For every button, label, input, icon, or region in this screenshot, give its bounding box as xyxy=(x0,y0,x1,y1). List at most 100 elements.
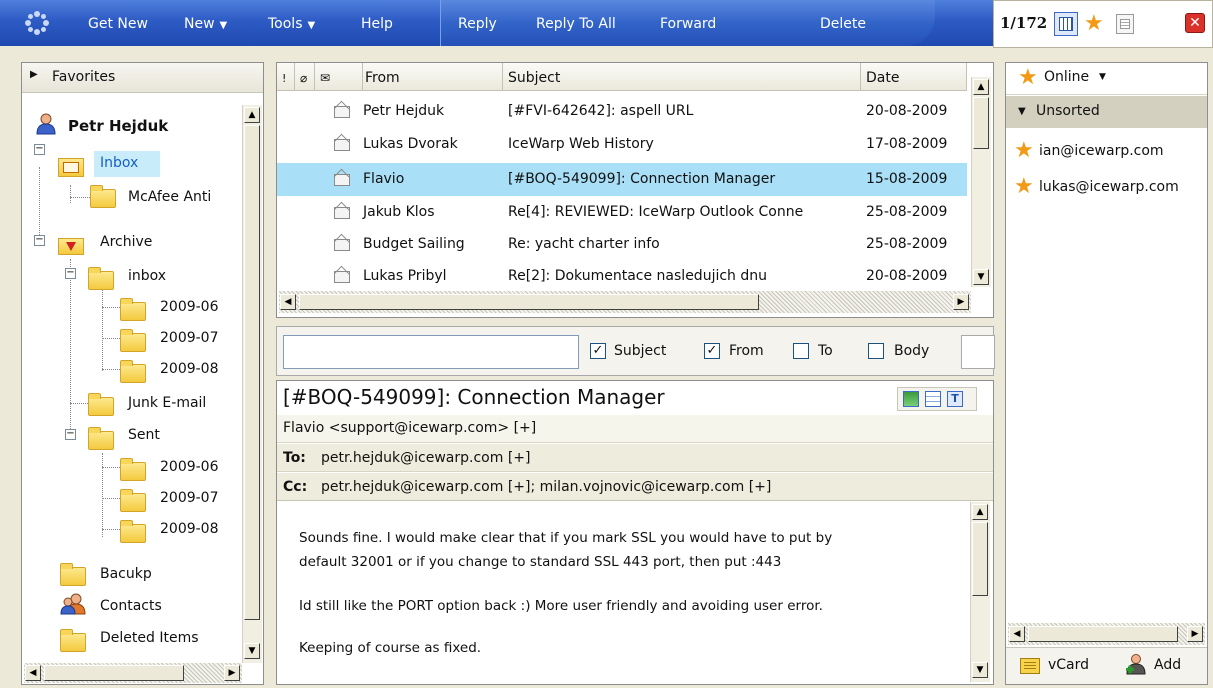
message-row-selected[interactable]: Flavio [#BOQ-549099]: Connection Manager… xyxy=(277,163,967,196)
collapse-sent-toggle[interactable]: − xyxy=(65,429,76,440)
from-checkbox[interactable]: ✓ xyxy=(704,343,720,359)
to-checkbox[interactable] xyxy=(793,343,809,359)
scroll-thumb[interactable] xyxy=(1028,626,1178,642)
from-header-label: From xyxy=(365,70,400,86)
scroll-thumb[interactable] xyxy=(973,97,989,149)
folder-archive-2009-08[interactable]: 2009-08 xyxy=(160,361,219,377)
scroll-thumb[interactable] xyxy=(244,125,260,620)
message-row[interactable]: Jakub Klos Re[4]: REVIEWED: IceWarp Outl… xyxy=(277,196,967,229)
preview-vertical-scrollbar[interactable]: ▲ ▼ xyxy=(970,502,990,682)
scroll-left-icon[interactable]: ◀ xyxy=(280,294,296,310)
folder-backup[interactable]: Bacukp xyxy=(100,566,152,582)
folder-sent[interactable]: Sent xyxy=(128,427,160,443)
body-line: Sounds fine. I would make clear that if … xyxy=(299,530,833,546)
scroll-right-icon[interactable]: ▶ xyxy=(1187,626,1203,642)
preview-to[interactable]: petr.hejduk@icewarp.com [+] xyxy=(321,450,530,466)
delete-button[interactable]: Delete xyxy=(820,16,866,32)
online-status-menu[interactable]: ★ Online ▼ xyxy=(1006,63,1207,95)
folder-sent-2009-06[interactable]: 2009-06 xyxy=(160,459,219,475)
folder-inbox[interactable]: Inbox xyxy=(94,151,160,177)
vcard-button[interactable]: vCard xyxy=(1048,657,1089,673)
subject-checkbox[interactable]: ✓ xyxy=(590,343,606,359)
scroll-down-icon[interactable]: ▼ xyxy=(972,662,988,678)
scroll-left-icon[interactable]: ◀ xyxy=(1009,626,1025,642)
message-from: Lukas Pribyl xyxy=(363,268,447,284)
folder-mcafee[interactable]: McAfee Anti xyxy=(128,189,211,205)
help-button[interactable]: Help xyxy=(361,16,393,32)
status-label: Online xyxy=(1044,69,1090,85)
scroll-thumb[interactable] xyxy=(299,294,759,310)
reply-all-button[interactable]: Reply To All xyxy=(536,16,616,32)
scroll-thumb[interactable] xyxy=(972,522,988,596)
scroll-right-icon[interactable]: ▶ xyxy=(224,665,240,681)
folder-sent-2009-08[interactable]: 2009-08 xyxy=(160,521,219,537)
image-view-icon[interactable] xyxy=(903,391,919,407)
list-vertical-scrollbar[interactable]: ▲ ▼ xyxy=(971,77,991,287)
folder-contacts[interactable]: Contacts xyxy=(100,598,162,614)
folder-sent-2009-07[interactable]: 2009-07 xyxy=(160,490,219,506)
layout-view-icon[interactable] xyxy=(1054,12,1078,36)
favorites-label: Favorites xyxy=(52,69,116,85)
contact-item[interactable]: ★ ian@icewarp.com xyxy=(1006,137,1207,167)
folder-horizontal-scrollbar[interactable]: ◀ ▶ xyxy=(24,663,242,683)
folder-archive-2009-06[interactable]: 2009-06 xyxy=(160,299,219,315)
body-checkbox[interactable] xyxy=(868,343,884,359)
app-logo-icon[interactable] xyxy=(24,10,50,36)
subject-column-header[interactable]: Subject xyxy=(503,63,861,91)
folder-archive-inbox[interactable]: inbox xyxy=(128,268,166,284)
preview-body: Sounds fine. I would make clear that if … xyxy=(277,502,969,684)
priority-column-header[interactable]: ! xyxy=(277,63,295,91)
folder-panel: ▶ Favorites Petr Hejduk − Inbox McAfee A… xyxy=(21,62,264,685)
notes-icon[interactable] xyxy=(1116,14,1134,34)
html-view-icon[interactable] xyxy=(925,391,941,407)
from-column-header[interactable]: From xyxy=(363,63,503,91)
preview-cc[interactable]: petr.hejduk@icewarp.com [+]; milan.vojno… xyxy=(321,479,771,495)
scroll-right-icon[interactable]: ▶ xyxy=(953,294,969,310)
message-row[interactable]: Lukas Dvorak IceWarp Web History 17-08-2… xyxy=(277,128,967,161)
folder-deleted[interactable]: Deleted Items xyxy=(100,630,199,646)
message-row[interactable]: Petr Hejduk [#FVI-642642]: aspell URL 20… xyxy=(277,95,967,128)
collapse-inbox-toggle[interactable]: − xyxy=(34,144,45,155)
list-horizontal-scrollbar[interactable]: ◀ ▶ xyxy=(279,291,971,313)
collapse-archive-inbox-toggle[interactable]: − xyxy=(65,268,76,279)
tools-menu-button[interactable]: Tools ▼ xyxy=(268,16,315,32)
contacts-horizontal-scrollbar[interactable]: ◀ ▶ xyxy=(1008,623,1205,645)
folder-archive-2009-07[interactable]: 2009-07 xyxy=(160,330,219,346)
reply-button[interactable]: Reply xyxy=(458,16,497,32)
search-button[interactable] xyxy=(961,335,995,369)
message-subject: [#BOQ-549099]: Connection Manager xyxy=(508,171,776,187)
scroll-up-icon[interactable]: ▲ xyxy=(244,107,260,123)
preview-from[interactable]: Flavio <support@icewarp.com> [+] xyxy=(283,420,536,436)
folder-archive[interactable]: Archive xyxy=(100,234,152,250)
favorites-star-icon[interactable]: ★ xyxy=(1084,13,1104,35)
get-new-button[interactable]: Get New xyxy=(88,16,148,32)
scroll-thumb[interactable] xyxy=(44,665,184,681)
scroll-left-icon[interactable]: ◀ xyxy=(25,665,41,681)
folder-icon xyxy=(60,629,86,652)
message-row[interactable]: Lukas Pribyl Re[2]: Dokumentace nasleduj… xyxy=(277,260,967,293)
scroll-up-icon[interactable]: ▲ xyxy=(973,79,989,95)
scroll-down-icon[interactable]: ▼ xyxy=(973,269,989,285)
reply-label: Reply xyxy=(458,16,497,32)
group-unsorted[interactable]: ▼ Unsorted xyxy=(1006,96,1207,128)
priority-icon: ! xyxy=(282,72,287,85)
subject-header-label: Subject xyxy=(508,70,561,86)
folder-vertical-scrollbar[interactable]: ▲ ▼ xyxy=(242,105,262,663)
search-input[interactable] xyxy=(283,335,579,369)
message-row[interactable]: Budget Sailing Re: yacht charter info 25… xyxy=(277,228,967,261)
text-view-icon[interactable]: T xyxy=(947,391,963,407)
collapse-archive-toggle[interactable]: − xyxy=(34,235,45,246)
folder-junk[interactable]: Junk E-mail xyxy=(128,395,206,411)
new-menu-button[interactable]: New ▼ xyxy=(184,16,227,32)
favorites-bar[interactable]: ▶ Favorites xyxy=(22,63,263,93)
read-column-header[interactable]: ✉ xyxy=(315,63,363,91)
date-column-header[interactable]: Date xyxy=(861,63,967,91)
close-icon[interactable]: ✕ xyxy=(1185,13,1205,33)
add-contact-button[interactable]: Add xyxy=(1154,657,1181,673)
scroll-down-icon[interactable]: ▼ xyxy=(244,643,260,659)
scroll-up-icon[interactable]: ▲ xyxy=(972,504,988,520)
message-subject: [#FVI-642642]: aspell URL xyxy=(508,103,694,119)
contact-item[interactable]: ★ lukas@icewarp.com xyxy=(1006,173,1207,203)
forward-button[interactable]: Forward xyxy=(660,16,716,32)
attachment-column-header[interactable]: ⌀ xyxy=(295,63,315,91)
